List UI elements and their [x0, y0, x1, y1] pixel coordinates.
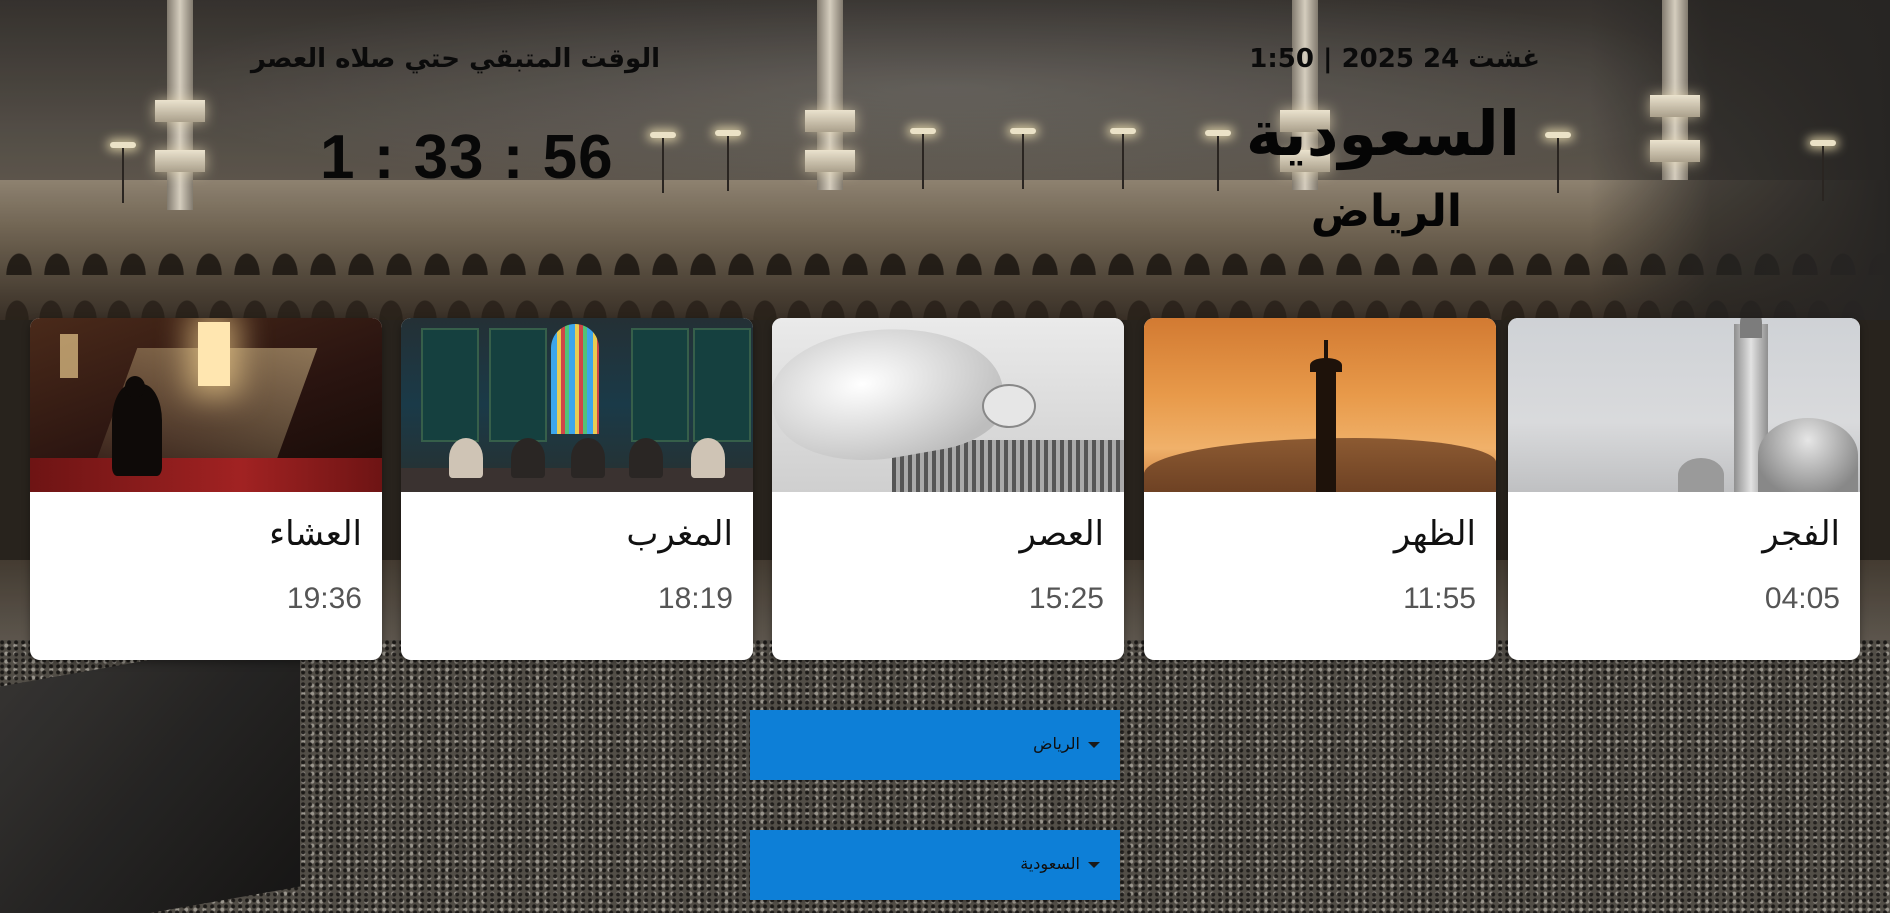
countdown-label: الوقت المتبقي حتي صلاه العصر: [250, 44, 660, 74]
chevron-down-icon: [1088, 862, 1100, 868]
prayer-name: العصر: [1019, 514, 1104, 554]
current-date-time: غشت 24 2025 | 1:50: [1249, 44, 1540, 74]
prayer-name: المغرب: [626, 514, 733, 554]
city-title: الرياض: [1310, 186, 1462, 237]
city-select[interactable]: الرياض: [750, 710, 1120, 780]
minaret-sunset-silhouette-image: [1144, 318, 1496, 492]
prayer-name: الظهر: [1393, 514, 1476, 554]
prayer-time: 04:05: [1764, 582, 1840, 615]
prayer-time: 18:19: [657, 582, 733, 615]
country-title: السعودية: [1245, 97, 1520, 170]
prayer-time: 19:36: [286, 582, 362, 615]
prayer-time: 15:25: [1028, 582, 1104, 615]
prayer-cards: العشاء 19:36 المغرب 18:19 العصر 15:25 ال…: [0, 318, 1890, 662]
country-select-value: السعودية: [1020, 854, 1080, 873]
prayer-card-fajr: الفجر 04:05: [1508, 318, 1860, 660]
city-select-value: الرياض: [1033, 734, 1080, 753]
prayer-name: العشاء: [269, 514, 362, 554]
prayer-name: الفجر: [1762, 514, 1840, 554]
mosque-interior-congregation-image: [401, 318, 753, 492]
prayer-card-maghrib: المغرب 18:19: [401, 318, 753, 660]
prayer-time: 11:55: [1403, 582, 1476, 615]
chevron-down-icon: [1088, 742, 1100, 748]
man-prostrating-prayer-rug-image: [772, 318, 1124, 492]
mosque-minaret-domes-image: [1508, 318, 1860, 492]
prayer-card-asr: العصر 15:25: [772, 318, 1124, 660]
prayer-card-isha: العشاء 19:36: [30, 318, 382, 660]
country-select[interactable]: السعودية: [750, 830, 1120, 900]
countdown-timer: 1 : 33 : 56: [320, 123, 614, 192]
praying-man-sunlight-image: [30, 318, 382, 492]
prayer-card-dhuhr: الظهر 11:55: [1144, 318, 1496, 660]
